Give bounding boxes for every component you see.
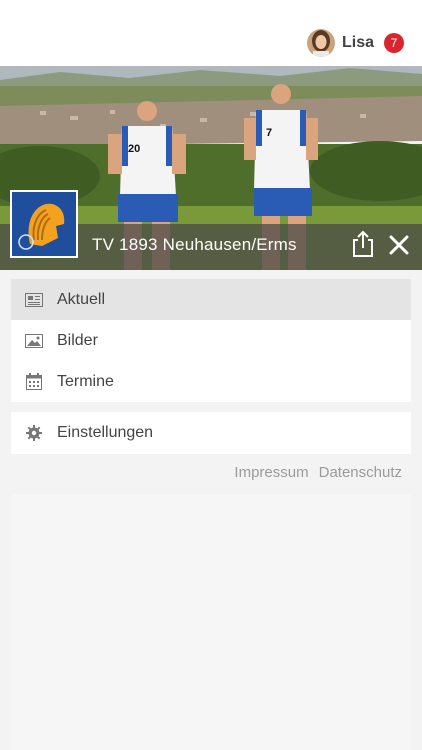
close-icon[interactable] [388,234,410,256]
calendar-icon [25,373,43,391]
svg-text:7: 7 [266,127,272,139]
menu-item-label: Termine [57,372,114,390]
notification-badge[interactable]: 7 [384,33,404,53]
menu-item-label: Einstellungen [57,424,154,441]
datenschutz-link[interactable]: Datenschutz [319,464,402,481]
footer-links: Impressum Datenschutz [234,464,402,481]
user-profile[interactable]: Lisa 7 [306,29,404,57]
menu-item-termine[interactable]: Termine [11,361,411,402]
menu-item-bilder[interactable]: Bilder [11,320,411,361]
content-area [11,494,411,750]
main-menu: Aktuell Bilder Termine [11,279,411,402]
user-name[interactable]: Lisa [342,34,374,52]
svg-text:20: 20 [128,143,140,155]
menu-item-einstellungen[interactable]: Einstellungen [11,412,411,454]
newspaper-icon [25,291,43,309]
image-icon [25,332,43,350]
club-logo [10,190,78,258]
impressum-link[interactable]: Impressum [234,464,308,481]
menu-item-label: Bilder [57,331,98,349]
menu-item-label: Aktuell [57,290,106,308]
user-avatar-icon[interactable] [306,29,335,57]
top-bar: Lisa 7 [0,0,422,66]
share-icon[interactable] [351,230,375,258]
menu-item-aktuell[interactable]: Aktuell [11,279,411,320]
settings-menu: Einstellungen [11,412,411,454]
gear-icon [25,424,43,442]
club-name: TV 1893 Neuhausen/Erms [92,235,297,254]
